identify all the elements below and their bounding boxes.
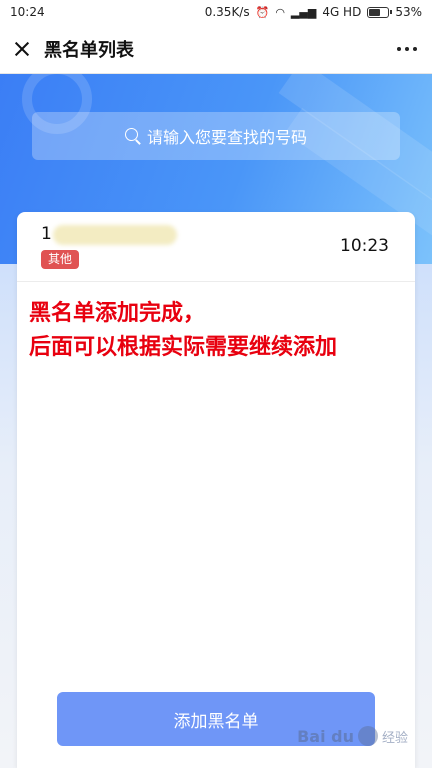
category-badge: 其他 bbox=[41, 250, 80, 269]
page-title: 黑名单列表 bbox=[44, 39, 134, 61]
phone-number: 1 bbox=[41, 224, 52, 244]
network-speed: 0.35K/s bbox=[204, 5, 250, 19]
title-bar: 黑名单列表 bbox=[0, 24, 432, 74]
watermark: Bai du 经验 bbox=[297, 726, 408, 746]
status-bar: 10:24 0.35K/s ⏰ ◠ ▂▄▆ 4G HD 53% bbox=[0, 0, 432, 24]
list-item[interactable]: 1 其他 10:23 bbox=[17, 212, 415, 282]
entry-time: 10:23 bbox=[340, 236, 389, 256]
signal-icon: ▂▄▆ bbox=[290, 5, 317, 19]
search-icon bbox=[124, 128, 141, 144]
annotation-text: 黑名单添加完成， 后面可以根据实际需要继续添加 bbox=[29, 296, 409, 364]
alarm-icon: ⏰ bbox=[255, 5, 270, 19]
battery-level: 53% bbox=[395, 5, 422, 19]
status-icons: 0.35K/s ⏰ ◠ ▂▄▆ 4G HD 53% bbox=[205, 5, 422, 19]
wifi-icon: ◠ bbox=[275, 5, 285, 19]
more-options-icon[interactable] bbox=[382, 24, 432, 74]
annotation-line: 黑名单添加完成， bbox=[29, 300, 206, 326]
search-input[interactable]: 请输入您要查找的号码 bbox=[32, 112, 400, 160]
battery-icon bbox=[367, 6, 393, 18]
blacklist-card: 1 其他 10:23 黑名单添加完成， 后面可以根据实际需要继续添加 添加黑名单 bbox=[17, 212, 415, 768]
search-placeholder: 请输入您要查找的号码 bbox=[146, 128, 307, 147]
watermark-brand: Bai du bbox=[297, 726, 354, 746]
status-time: 10:24 bbox=[10, 5, 45, 19]
redaction-mask bbox=[53, 225, 177, 245]
paw-logo-icon bbox=[357, 726, 378, 746]
watermark-suffix: 经验 bbox=[381, 730, 408, 746]
close-icon[interactable] bbox=[0, 24, 44, 74]
annotation-line: 后面可以根据实际需要继续添加 bbox=[29, 334, 338, 360]
network-type: 4G HD bbox=[322, 5, 362, 19]
